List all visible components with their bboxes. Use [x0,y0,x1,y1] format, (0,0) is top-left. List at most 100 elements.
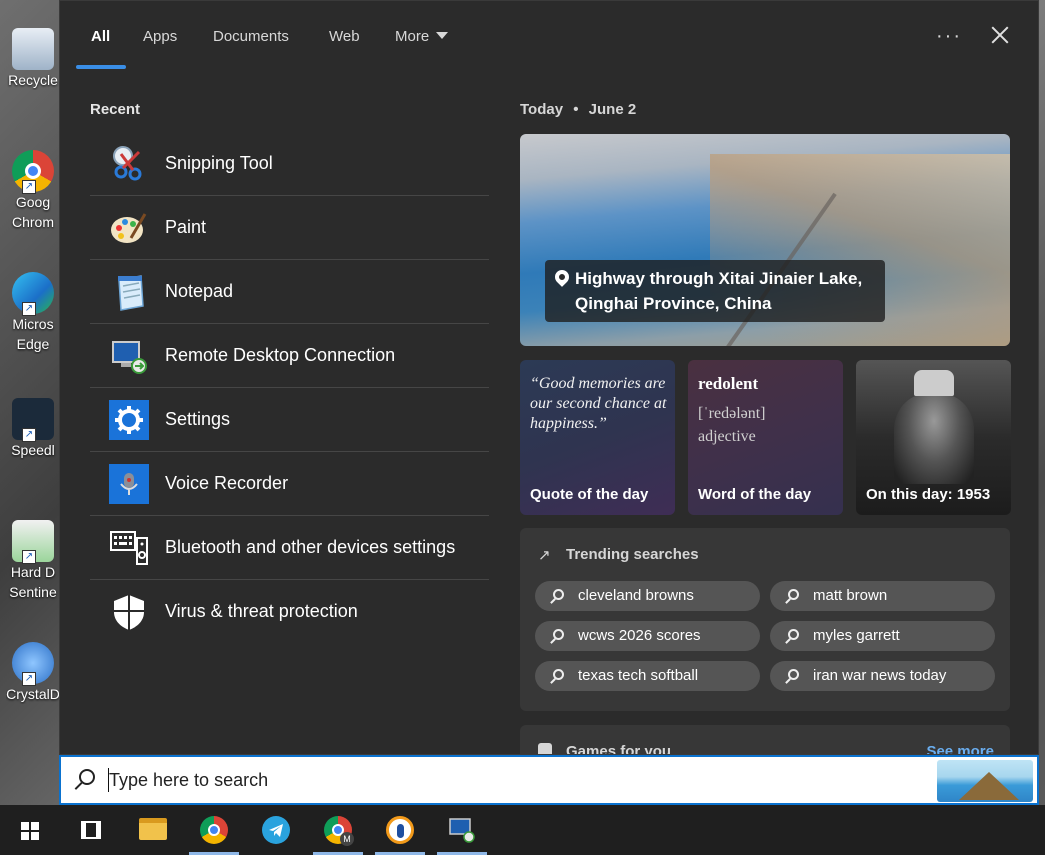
search-icon [79,769,95,785]
scissors-icon [113,146,142,181]
desktop-icon-crystaldisk[interactable]: ↗ CrystalD [6,642,60,704]
desktop-icon-edge[interactable]: ↗ Micros Edge [6,272,60,354]
remote-desktop-icon [449,818,475,843]
file-explorer-icon [139,818,167,840]
trending-chip[interactable]: wcws 2026 scores [535,621,760,651]
desktop-icons: Recycle ↗ Goog Chrom ↗ Micros Edge ↗ Spe… [0,0,60,760]
paint-palette-icon [111,213,147,243]
chrome-icon [200,816,228,844]
recent-item-label: Snipping Tool [165,153,273,173]
recent-item-virus-protection[interactable]: Virus & threat protection [90,580,489,644]
shield-icon [114,595,144,630]
search-icon [788,669,799,680]
trending-chip[interactable]: texas tech softball [535,661,760,691]
recent-list: Snipping Tool Paint Notepad Remote Deskt… [90,132,489,644]
quote-of-the-day-card[interactable]: “Good memories are our second chance at … [520,360,675,515]
windows-start-icon [21,822,39,840]
remote-desktop-icon [112,341,147,374]
recent-item-label: Settings [165,409,231,429]
quote-text: “Good memories are our second chance at … [530,375,667,432]
vpn-icon [386,816,414,844]
recent-item-label: Remote Desktop Connection [165,345,396,365]
search-highlight-image[interactable] [937,760,1033,802]
recent-item-bluetooth-settings[interactable]: Bluetooth and other devices settings [90,516,489,580]
tab-more-label: More [395,28,430,45]
search-icon [553,589,564,600]
hdd-icon: ↗ [12,520,54,564]
recent-item-label: Virus & threat protection [165,601,358,621]
recent-item-voice-recorder[interactable]: Voice Recorder [90,452,489,516]
trending-searches-section: ↗ Trending searches cleveland browns mat… [520,528,1010,711]
taskbar-chrome[interactable] [189,805,239,855]
card-label: Word of the day [698,486,812,503]
chevron-down-icon [436,32,449,39]
app-icon: ↗ [12,398,54,442]
search-icon [553,669,564,680]
today-heading: Today • June 2 [520,101,637,118]
recent-item-notepad[interactable]: Notepad [90,260,489,324]
recent-item-paint[interactable]: Paint [90,196,489,260]
edge-icon: ↗ [12,272,54,316]
close-icon[interactable] [988,23,1012,47]
recent-item-label: Paint [165,217,207,237]
location-pin-icon [552,267,572,287]
trending-arrow-icon: ↗ [538,547,551,564]
desktop-icon-recycle-bin[interactable]: Recycle [6,28,60,90]
chrome-icon: ↗ [12,150,54,194]
keyboard-speaker-icon [110,531,148,565]
word-text: redolent [698,374,759,393]
trending-chip[interactable]: iran war news today [770,661,995,691]
see-more-link[interactable]: See more [926,743,994,754]
word-of-the-day-card[interactable]: redolent [ˈredələnt] adjective Word of t… [688,360,843,515]
recent-heading: Recent [90,101,141,118]
games-section: Games for you See more [520,725,1010,755]
today-date: June 2 [588,101,637,118]
word-part-of-speech: adjective [698,428,756,445]
desktop-icon-speed[interactable]: ↗ Speedl [6,398,60,460]
featured-image-card[interactable]: Highway through Xitai Jinaier Lake, Qing… [520,134,1010,346]
recent-item-label: Voice Recorder [165,473,289,493]
recycle-bin-icon [12,28,54,70]
trending-heading: Trending searches [566,546,699,563]
gear-icon [109,400,149,440]
active-tab-indicator [76,65,126,69]
task-view-button[interactable] [65,805,115,855]
start-button[interactable] [3,805,53,855]
tab-web[interactable]: Web [329,27,360,47]
taskbar-file-explorer[interactable] [127,805,177,855]
search-input[interactable] [109,766,929,794]
search-icon [788,589,799,600]
trending-chip[interactable]: matt brown [770,581,995,611]
recent-item-remote-desktop[interactable]: Remote Desktop Connection [90,324,489,388]
notepad-icon [118,275,144,311]
taskbar-vpn[interactable] [375,805,425,855]
taskbar-remote-desktop[interactable] [437,805,487,855]
recent-item-snipping-tool[interactable]: Snipping Tool [90,132,489,196]
desktop-icon-chrome[interactable]: ↗ Goog Chrom [6,150,60,232]
card-label: On this day: 1953 [866,486,991,503]
search-box [59,755,1039,805]
taskbar-chrome-profile[interactable]: M [313,805,363,855]
tab-documents[interactable]: Documents [213,27,289,47]
historical-photo [894,394,974,484]
tab-apps[interactable]: Apps [143,27,177,47]
tab-more[interactable]: More [395,27,449,47]
on-this-day-card[interactable]: On this day: 1953 [856,360,1011,515]
search-icon [553,629,564,640]
word-phonetic: [ˈredələnt] [698,405,766,422]
tab-all[interactable]: All [91,27,110,47]
recent-item-label: Bluetooth and other devices settings [165,537,456,557]
more-options-icon[interactable]: ··· [936,25,962,48]
recent-item-settings[interactable]: Settings [90,388,489,452]
taskbar-telegram[interactable] [251,805,301,855]
trending-chip[interactable]: myles garrett [770,621,995,651]
chrome-profile-icon: M [324,816,354,846]
desktop-icon-hdd[interactable]: ↗ Hard D Sentine [6,520,60,602]
games-heading: Games for you [566,743,672,755]
task-view-icon [81,821,101,839]
taskbar: M [0,805,1045,855]
featured-image-caption-text: Highway through Xitai Jinaier Lake, Qing… [575,269,863,313]
search-panel: All Apps Documents Web More ··· Recent S… [59,0,1039,755]
search-tabs: All Apps Documents Web More ··· [60,1,1038,71]
trending-chip[interactable]: cleveland browns [535,581,760,611]
